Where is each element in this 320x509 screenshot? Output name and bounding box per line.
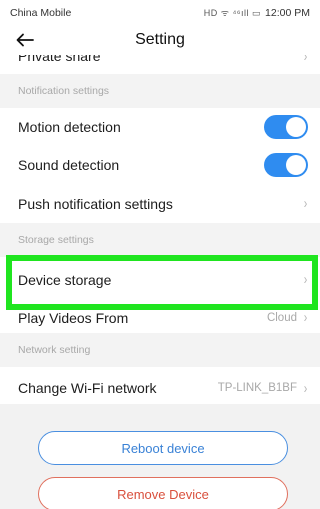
back-arrow-icon[interactable] — [12, 27, 38, 53]
section-network: Network setting — [0, 333, 320, 367]
row-label: Play Videos From — [18, 309, 129, 326]
clock: 12:00 PM — [265, 6, 310, 19]
reboot-device-button[interactable]: Reboot device — [38, 431, 288, 465]
motion-detection-toggle[interactable] — [264, 115, 308, 139]
page-title: Setting — [135, 31, 185, 48]
row-label: Change Wi-Fi network — [18, 380, 157, 396]
row-value: TP-LINK_B1BF — [217, 382, 297, 394]
signal-icons: HD ᯤ ⁴⁶ıll ▭ — [203, 8, 262, 18]
row-label: Push notification settings — [18, 195, 173, 212]
row-motion-detection: Motion detection — [0, 108, 320, 146]
chevron-right-icon: › — [303, 309, 308, 326]
section-storage: Storage settings — [0, 223, 320, 257]
toggle-knob — [286, 117, 306, 137]
row-label: Motion detection — [18, 119, 121, 135]
partial-row-private-share[interactable]: Private share › — [0, 55, 320, 74]
chevron-right-icon: › — [303, 55, 308, 65]
section-title: Network setting — [18, 344, 91, 356]
row-label: Sound detection — [18, 157, 120, 173]
header: Setting — [0, 25, 320, 55]
sound-detection-toggle[interactable] — [264, 153, 308, 177]
highlight-box — [6, 255, 318, 310]
section-notification: Notification settings — [0, 74, 320, 108]
row-label-private-share: Private share — [18, 55, 101, 64]
toggle-knob — [286, 155, 306, 175]
carrier-label: China Mobile — [10, 6, 72, 19]
row-sound-detection: Sound detection — [0, 146, 320, 184]
row-change-wifi-network[interactable]: Change Wi-Fi network TP-LINK_B1BF › — [0, 367, 320, 409]
chevron-right-icon: › — [303, 379, 308, 397]
remove-device-button[interactable]: Remove Device — [38, 477, 288, 509]
section-title: Storage settings — [18, 234, 94, 246]
chevron-right-icon: › — [303, 195, 308, 212]
status-bar: China Mobile HD ᯤ ⁴⁶ıll ▭ 12:00 PM — [0, 0, 320, 25]
section-title: Notification settings — [18, 85, 110, 97]
row-value: Cloud — [266, 311, 297, 324]
status-icons: HD ᯤ ⁴⁶ıll ▭ 12:00 PM — [204, 6, 310, 19]
row-push-notification-settings[interactable]: Push notification settings › — [0, 184, 320, 223]
